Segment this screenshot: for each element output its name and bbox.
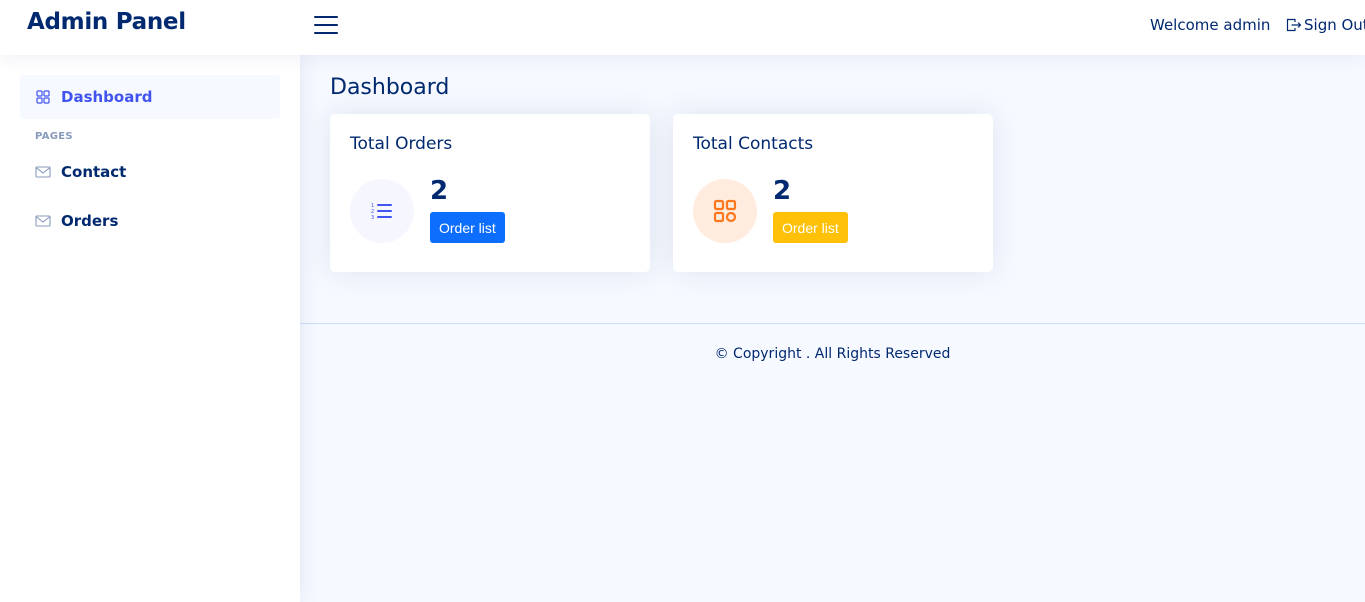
header: Admin Panel Welcome admin Sign Out — [0, 0, 1365, 55]
welcome-text: Welcome admin — [1150, 16, 1271, 34]
sidebar-item-label: Contact — [61, 163, 127, 181]
order-list-button[interactable]: Order list — [430, 212, 505, 243]
footer-divider — [300, 323, 1365, 324]
card-value: 2 — [430, 176, 449, 206]
logo[interactable]: Admin Panel — [27, 9, 186, 35]
sign-out-link[interactable]: Sign Out — [1286, 16, 1365, 34]
envelope-icon — [35, 213, 51, 229]
envelope-icon — [35, 164, 51, 180]
sign-out-label: Sign Out — [1304, 16, 1365, 34]
total-orders-card: Total Orders 1 2 3 2 Order list — [330, 114, 650, 272]
grid-icon — [35, 89, 51, 105]
card-value: 2 — [773, 176, 792, 206]
sidebar-item-orders[interactable]: Orders — [20, 199, 280, 243]
card-title: Total Contacts — [693, 134, 814, 154]
card-title: Total Orders — [350, 134, 453, 154]
menu-toggle-icon[interactable] — [314, 15, 338, 35]
list-ol-icon: 1 2 3 — [350, 179, 414, 243]
sidebar-heading-pages: PAGES — [35, 131, 73, 142]
svg-text:3: 3 — [371, 215, 374, 221]
order-list-button[interactable]: Order list — [773, 212, 848, 243]
sidebar-item-contact[interactable]: Contact — [20, 150, 280, 194]
total-contacts-card: Total Contacts 2 Order list — [673, 114, 993, 272]
page-title: Dashboard — [330, 75, 450, 100]
footer-copyright: © Copyright . All Rights Reserved — [714, 346, 951, 362]
grid-icon — [693, 179, 757, 243]
sidebar-item-dashboard[interactable]: Dashboard — [20, 75, 280, 119]
sign-out-icon — [1286, 18, 1302, 32]
sidebar-item-label: Orders — [61, 212, 119, 230]
sidebar-item-label: Dashboard — [61, 88, 153, 106]
sidebar: Dashboard PAGES Contact Orders — [0, 55, 300, 602]
